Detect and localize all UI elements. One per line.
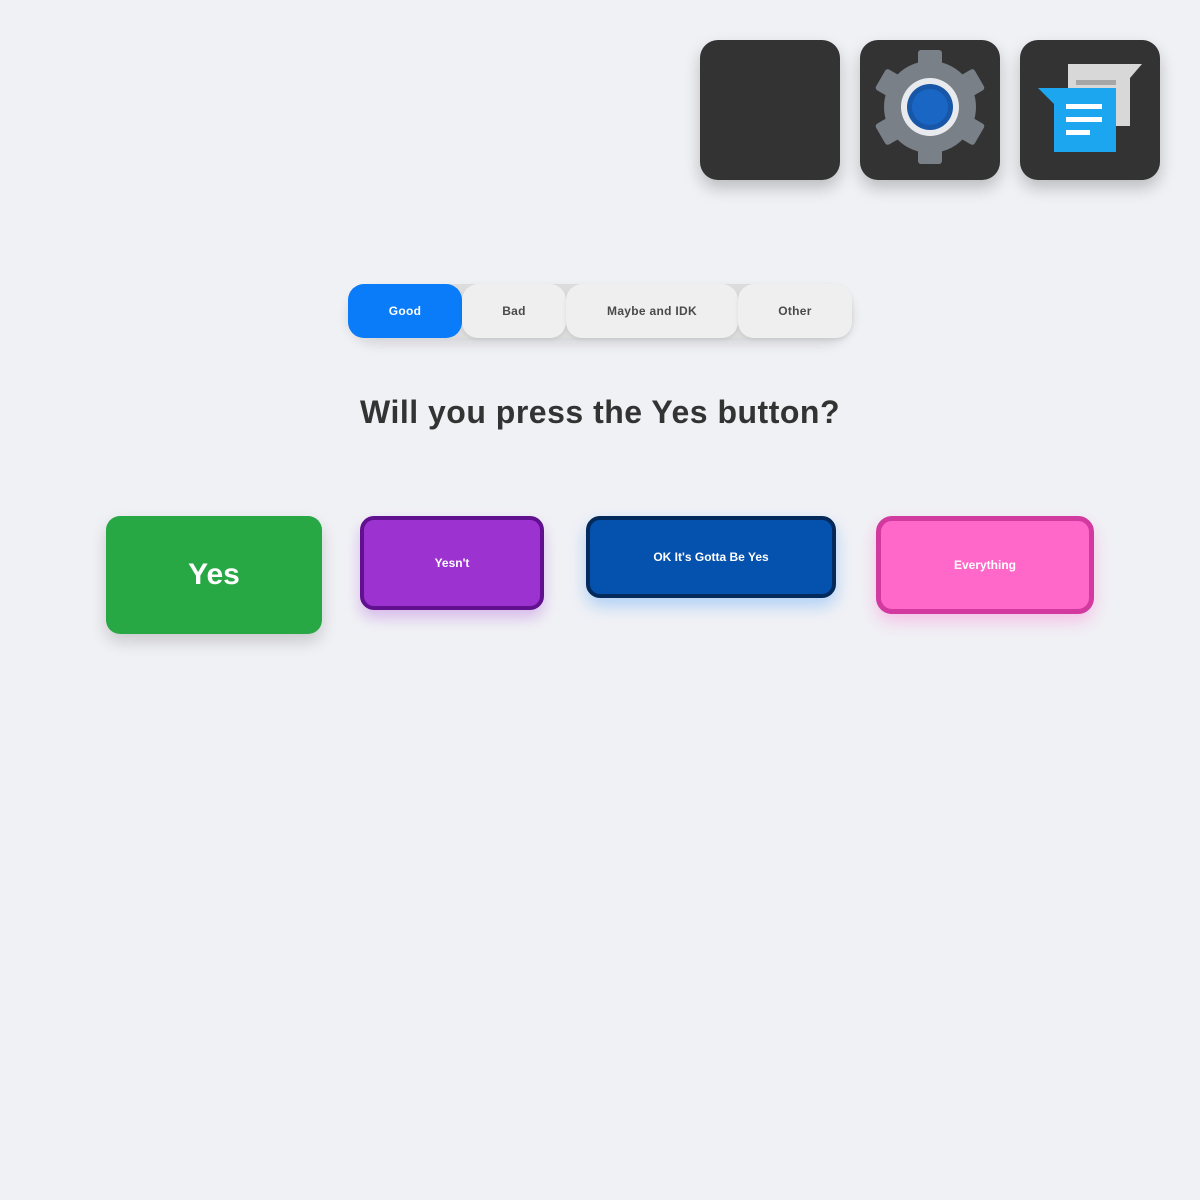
segment-maybe-and-idk[interactable]: Maybe and IDK	[566, 284, 738, 338]
messages-app-tile[interactable]	[1020, 40, 1160, 180]
blank-app-tile[interactable]	[700, 40, 840, 180]
everything-button[interactable]: Everything	[876, 516, 1094, 614]
segment-good[interactable]: Good	[348, 284, 462, 338]
segment-bad[interactable]: Bad	[462, 284, 566, 338]
yesnt-button[interactable]: Yesn't	[360, 516, 544, 610]
gear-icon	[875, 50, 985, 164]
feedback-segmented-control: Good Bad Maybe and IDK Other	[348, 284, 852, 338]
question-heading: Will you press the Yes button?	[360, 394, 840, 430]
ok-its-gotta-be-yes-button[interactable]: OK It's Gotta Be Yes	[586, 516, 836, 598]
segment-other[interactable]: Other	[738, 284, 852, 338]
settings-app-tile[interactable]	[860, 40, 1000, 180]
yes-button[interactable]: Yes	[106, 516, 322, 634]
messages-icon	[1038, 64, 1142, 152]
